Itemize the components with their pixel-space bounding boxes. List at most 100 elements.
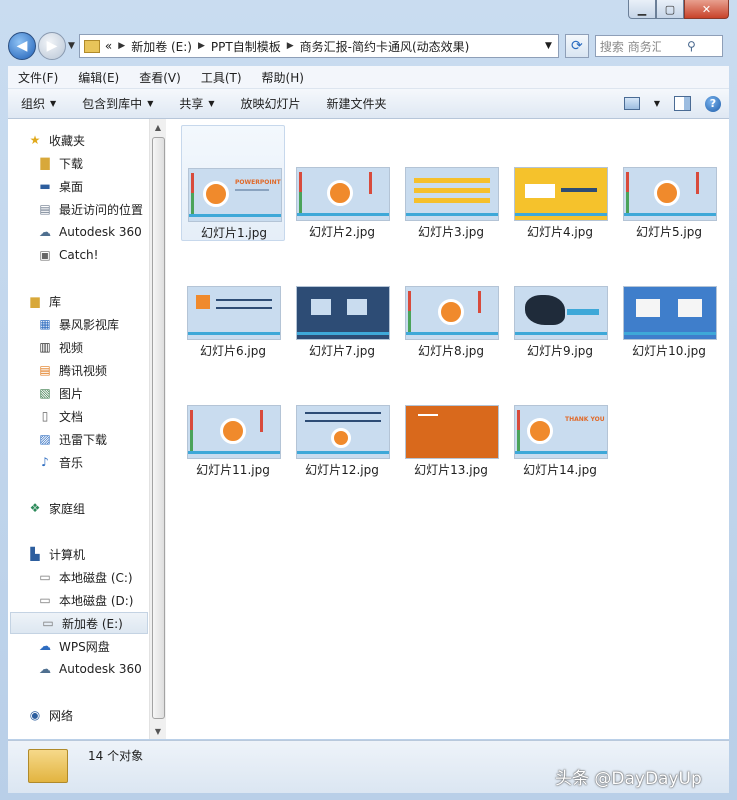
menu-help[interactable]: 帮助(H) xyxy=(252,69,314,86)
menu-file[interactable]: 文件(F) xyxy=(8,69,68,86)
thumbnail-title: THANK YOU xyxy=(565,416,605,423)
document-icon: ▯ xyxy=(41,409,49,423)
film-icon: ▥ xyxy=(39,340,51,354)
file-item[interactable]: 幻灯片5.jpg xyxy=(617,125,721,241)
file-item[interactable]: THANK YOU 幻灯片14.jpg xyxy=(508,363,612,479)
file-item[interactable]: 幻灯片13.jpg xyxy=(399,363,503,479)
library-icon: ▆ xyxy=(30,294,40,308)
scroll-down-icon[interactable]: ▼ xyxy=(150,723,166,739)
file-item[interactable]: 幻灯片7.jpg xyxy=(290,244,394,360)
nav-item-recent-places[interactable]: ▤ 最近访问的位置 xyxy=(8,198,149,220)
slide-thumbnail: POWERPOINT xyxy=(188,168,282,222)
breadcrumb-drive[interactable]: 新加卷 (E:) xyxy=(131,38,192,55)
breadcrumb-overflow[interactable]: « xyxy=(105,39,112,53)
chevron-down-icon: ▼ xyxy=(208,99,215,108)
nav-item-label: 本地磁盘 (C:) xyxy=(59,570,133,585)
catch-icon: ▣ xyxy=(39,248,51,262)
nav-computer[interactable]: ▙ 计算机 xyxy=(8,543,149,565)
nav-item-autodesk-computer[interactable]: ☁ Autodesk 360 xyxy=(8,658,149,680)
nav-item-wps-cloud[interactable]: ☁ WPS网盘 xyxy=(8,635,149,657)
nav-item-music[interactable]: ♪ 音乐 xyxy=(8,451,149,473)
star-icon: ★ xyxy=(29,133,41,147)
minimize-button[interactable]: ▁ xyxy=(628,0,656,19)
nav-item-tencent-video[interactable]: ▤ 腾讯视频 xyxy=(8,359,149,381)
crumb-separator-icon[interactable]: ▶ xyxy=(118,41,125,51)
file-item[interactable]: POWERPOINT 幻灯片1.jpg xyxy=(181,125,285,241)
nav-item-catch[interactable]: ▣ Catch! xyxy=(8,244,149,266)
menu-tools[interactable]: 工具(T) xyxy=(191,69,252,86)
file-item[interactable]: 幻灯片4.jpg xyxy=(508,125,612,241)
menu-edit[interactable]: 编辑(E) xyxy=(68,69,129,86)
slideshow-button[interactable]: 放映幻灯片 xyxy=(228,95,314,112)
change-view-icon[interactable] xyxy=(623,97,640,110)
nav-libraries[interactable]: ▆ 库 xyxy=(8,290,149,312)
search-icon[interactable]: ⚲ xyxy=(661,39,722,53)
file-item[interactable]: 幻灯片2.jpg xyxy=(290,125,394,241)
file-item[interactable]: 幻灯片12.jpg xyxy=(290,363,394,479)
nav-item-downloads[interactable]: ▇ 下载 xyxy=(8,152,149,174)
file-item[interactable]: 幻灯片6.jpg xyxy=(181,244,285,360)
maximize-button[interactable]: ▢ xyxy=(656,0,684,19)
crumb-separator-icon[interactable]: ▶ xyxy=(287,41,294,51)
file-name: 幻灯片12.jpg xyxy=(305,463,379,477)
breadcrumb-current[interactable]: 商务汇报-简约卡通风(动态效果) xyxy=(300,38,470,55)
nav-item-autodesk[interactable]: ☁ Autodesk 360 xyxy=(8,221,149,243)
nav-item-xunlei[interactable]: ▨ 迅雷下载 xyxy=(8,428,149,450)
new-folder-button[interactable]: 新建文件夹 xyxy=(314,95,400,112)
file-name: 幻灯片8.jpg xyxy=(417,344,485,358)
file-item[interactable]: 幻灯片3.jpg xyxy=(399,125,503,241)
navigation-pane: ★ 收藏夹 ▇ 下载 ▬ 桌面 ▤ 最近访问的位置 ☁ Autodesk 360 ▣ Cat… xyxy=(8,119,149,739)
cloud-drive-icon: ☁ xyxy=(39,225,51,239)
file-name: 幻灯片7.jpg xyxy=(308,344,376,358)
folder-icon xyxy=(83,39,100,53)
nav-item-drive-e[interactable]: ▭ 新加卷 (E:) xyxy=(10,612,148,634)
scroll-thumb[interactable] xyxy=(152,137,165,719)
scroll-up-icon[interactable]: ▲ xyxy=(150,119,166,135)
include-library-button[interactable]: 包含到库中 ▼ xyxy=(69,95,166,112)
share-label: 共享 xyxy=(179,97,204,111)
nav-favorites[interactable]: ★ 收藏夹 xyxy=(8,129,149,151)
nav-scrollbar[interactable]: ▲ ▼ xyxy=(149,119,166,739)
share-button[interactable]: 共享 ▼ xyxy=(166,95,227,112)
nav-item-videos[interactable]: ▥ 视频 xyxy=(8,336,149,358)
nav-item-baofeng[interactable]: ▦ 暴风影视库 xyxy=(8,313,149,335)
slide-thumbnail xyxy=(514,286,608,340)
include-library-label: 包含到库中 xyxy=(82,97,143,111)
recent-pages-dropdown[interactable]: ▼ xyxy=(68,41,75,51)
crumb-separator-icon[interactable]: ▶ xyxy=(198,41,205,51)
nav-item-drive-d[interactable]: ▭ 本地磁盘 (D:) xyxy=(8,589,149,611)
preview-pane-icon[interactable] xyxy=(674,96,691,111)
address-bar[interactable]: « ▶ 新加卷 (E:) ▶ PPT自制模板 ▶ 商务汇报-简约卡通风(动态效果… xyxy=(78,34,559,58)
nav-item-desktop[interactable]: ▬ 桌面 xyxy=(8,175,149,197)
nav-homegroup[interactable]: ❖ 家庭组 xyxy=(8,497,149,519)
nav-item-documents[interactable]: ▯ 文档 xyxy=(8,405,149,427)
chevron-down-icon: ▼ xyxy=(147,99,154,108)
explorer-window: ▁ ▢ ✕ ◀ ▶ ▼ « ▶ 新加卷 (E:) ▶ PPT自制模板 ▶ 商务汇… xyxy=(0,0,737,800)
file-list: POWERPOINT 幻灯片1.jpg 幻灯片2.jpg 幻灯片3.jpg 幻灯… xyxy=(166,119,729,739)
address-dropdown-icon[interactable]: ▼ xyxy=(539,41,558,51)
nav-item-drive-c[interactable]: ▭ 本地磁盘 (C:) xyxy=(8,566,149,588)
picture-icon: ▧ xyxy=(39,386,51,400)
nav-item-pictures[interactable]: ▧ 图片 xyxy=(8,382,149,404)
breadcrumb-folder[interactable]: PPT自制模板 xyxy=(211,38,281,55)
view-options-chevron-icon[interactable]: ▼ xyxy=(654,99,660,108)
forward-button[interactable]: ▶ xyxy=(38,32,66,60)
file-item[interactable]: 幻灯片9.jpg xyxy=(508,244,612,360)
nav-network[interactable]: ◉ 网络 xyxy=(8,704,149,726)
chevron-down-icon: ▼ xyxy=(50,99,57,108)
network-icon: ◉ xyxy=(29,708,41,722)
search-input[interactable]: 搜索 商务汇报-简... ⚲ xyxy=(594,35,723,57)
menu-view[interactable]: 查看(V) xyxy=(129,69,191,86)
tencent-video-icon: ▤ xyxy=(39,363,51,377)
file-item[interactable]: 幻灯片10.jpg xyxy=(617,244,721,360)
file-item[interactable]: 幻灯片8.jpg xyxy=(399,244,503,360)
cloud-icon: ☁ xyxy=(39,639,51,653)
organize-button[interactable]: 组织 ▼ xyxy=(8,95,69,112)
back-button[interactable]: ◀ xyxy=(8,32,36,60)
computer-icon: ▙ xyxy=(30,547,40,561)
refresh-button[interactable]: ⟳ xyxy=(564,34,589,58)
close-button[interactable]: ✕ xyxy=(684,0,729,19)
file-name: 幻灯片13.jpg xyxy=(414,463,488,477)
help-icon[interactable]: ? xyxy=(705,95,721,112)
file-item[interactable]: 幻灯片11.jpg xyxy=(181,363,285,479)
